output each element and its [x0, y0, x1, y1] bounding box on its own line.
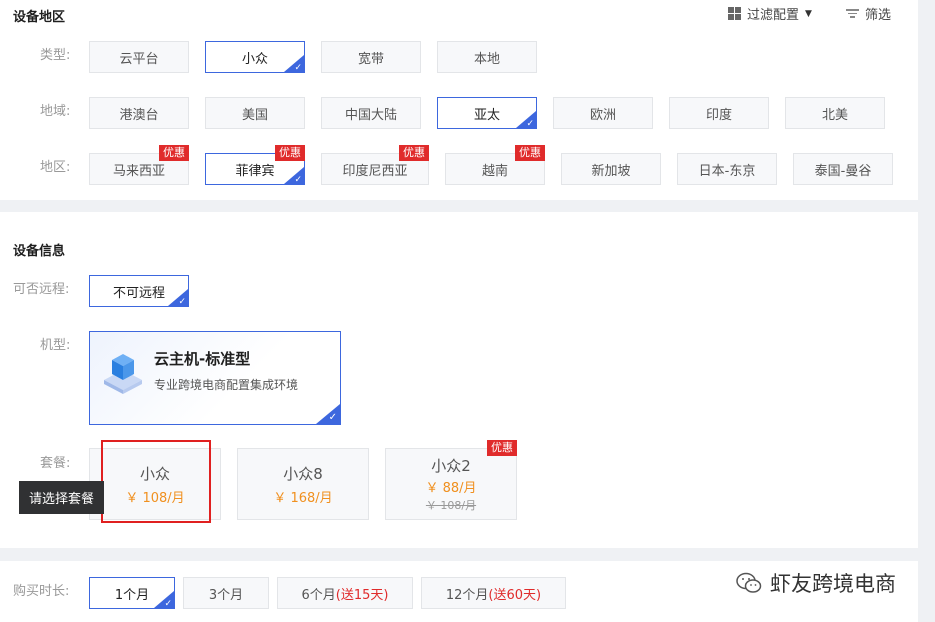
plan-card-niche2[interactable]: 小众2 ￥ 88/月 ￥ 108/月 优惠: [385, 440, 517, 520]
region-panel: 设备地区 过滤配置 ▼ 筛选 类型: 云平台 小众 宽带 本地 地域: 港澳台 …: [0, 0, 918, 200]
option-label: 马来西亚: [112, 163, 165, 179]
area-option-philippines[interactable]: 菲律宾 优惠: [205, 145, 305, 185]
option-label: 印度: [705, 107, 732, 123]
option-label: 泰国-曼谷: [814, 163, 872, 179]
duration-option-1m[interactable]: 1个月: [89, 577, 175, 609]
area-option-malaysia[interactable]: 马来西亚 优惠: [89, 145, 189, 185]
duration-option-6m[interactable]: 6个月 (送15天): [277, 577, 413, 609]
plan-label: 套餐:: [40, 456, 71, 471]
option-label: 菲律宾: [235, 163, 275, 179]
model-card-standard[interactable]: 云主机-标准型 专业跨境电商配置集成环境 ✓: [89, 331, 341, 425]
discount-badge: 优惠: [487, 440, 517, 456]
domain-option-europe[interactable]: 欧洲: [553, 97, 653, 129]
plan-price: ￥ 88/月: [425, 481, 477, 496]
option-label: 日本-东京: [698, 163, 756, 179]
scrollbar[interactable]: [923, 0, 935, 622]
domain-option-india[interactable]: 印度: [669, 97, 769, 129]
plan-card-niche8[interactable]: 小众8 ￥ 168/月: [237, 448, 369, 520]
duration-label: 购买时长:: [13, 584, 70, 599]
watermark-text: 虾友跨境电商: [770, 572, 896, 596]
option-label: 港澳台: [119, 107, 159, 123]
option-label: 6个月: [301, 587, 336, 603]
discount-badge: 优惠: [159, 145, 189, 161]
option-label: 云平台: [119, 51, 159, 67]
option-label: 宽带: [357, 51, 384, 67]
area-option-indonesia[interactable]: 印度尼西亚 优惠: [321, 145, 429, 185]
option-label: 北美: [821, 107, 848, 123]
filter-config-label: 过滤配置: [747, 8, 800, 23]
watermark: 虾友跨境电商: [736, 568, 896, 598]
option-label: 1个月: [114, 587, 150, 603]
option-label: 欧洲: [589, 107, 616, 123]
discount-badge: 优惠: [515, 145, 545, 161]
option-label: 小众: [241, 51, 268, 67]
type-option-niche[interactable]: 小众: [205, 41, 305, 73]
domain-option-hkmotw[interactable]: 港澳台: [89, 97, 189, 129]
plan-name: 小众8: [283, 464, 323, 483]
plan-price: ￥ 108/月: [125, 490, 185, 506]
option-label: 印度尼西亚: [342, 163, 408, 179]
plan-name: 小众2: [431, 457, 471, 475]
type-option-cloud[interactable]: 云平台: [89, 41, 189, 73]
type-option-local[interactable]: 本地: [437, 41, 537, 73]
filter-icon: [845, 9, 859, 18]
section-title-device: 设备信息: [13, 244, 66, 259]
screen-button[interactable]: 筛选: [845, 4, 891, 23]
type-option-broadband[interactable]: 宽带: [321, 41, 421, 73]
grid-icon: [728, 7, 741, 20]
wechat-icon: [736, 572, 762, 593]
type-label: 类型:: [40, 48, 71, 63]
bonus-label: (送15天): [335, 587, 389, 603]
area-option-vietnam[interactable]: 越南 优惠: [445, 145, 545, 185]
discount-badge: 优惠: [275, 145, 305, 161]
duration-option-3m[interactable]: 3个月: [183, 577, 269, 609]
select-plan-tooltip: 请选择套餐: [19, 481, 104, 514]
option-label: 不可远程: [112, 285, 165, 301]
discount-badge: 优惠: [399, 145, 429, 161]
duration-panel: 购买时长: 1个月 3个月 6个月(送15天) 12个月(送60天) 虾友跨境电…: [0, 561, 918, 622]
area-label: 地区:: [40, 160, 71, 175]
area-option-tokyo[interactable]: 日本-东京: [677, 153, 777, 185]
option-label: 本地: [473, 51, 500, 67]
domain-label: 地域:: [40, 104, 71, 119]
cloud-host-icon: [104, 354, 142, 394]
option-label: 3个月: [208, 587, 244, 603]
plan-card-niche[interactable]: 小众 ￥ 108/月: [89, 448, 221, 520]
area-option-bangkok[interactable]: 泰国-曼谷: [793, 153, 893, 185]
screen-label: 筛选: [865, 8, 892, 23]
bonus-label: (送60天): [488, 587, 542, 603]
model-description: 专业跨境电商配置集成环境: [154, 378, 299, 392]
device-panel: 设备信息 可否远程: 不可远程 机型: 云主机-标准型 专业跨境电商配置集成环境…: [0, 212, 918, 548]
option-label: 12个月: [445, 587, 489, 603]
remote-option-no[interactable]: 不可远程: [89, 275, 189, 307]
option-label: 中国大陆: [344, 107, 397, 123]
check-icon: ✓: [328, 412, 337, 423]
domain-option-mainland[interactable]: 中国大陆: [321, 97, 421, 129]
domain-option-north-america[interactable]: 北美: [785, 97, 885, 129]
option-label: 新加坡: [591, 163, 631, 179]
domain-option-apac[interactable]: 亚太: [437, 97, 537, 129]
domain-option-us[interactable]: 美国: [205, 97, 305, 129]
caret-down-icon: ▼: [805, 8, 812, 19]
plan-price: ￥ 168/月: [273, 490, 333, 506]
option-label: 美国: [241, 107, 268, 123]
area-option-singapore[interactable]: 新加坡: [561, 153, 661, 185]
section-title-region: 设备地区: [13, 10, 66, 25]
model-name: 云主机-标准型: [154, 350, 251, 368]
option-label: 越南: [481, 163, 508, 179]
duration-option-12m[interactable]: 12个月 (送60天): [421, 577, 566, 609]
filter-config-button[interactable]: 过滤配置 ▼: [728, 4, 812, 23]
option-label: 亚太: [473, 107, 500, 123]
plan-original-price: ￥ 108/月: [425, 499, 477, 512]
model-label: 机型:: [40, 338, 71, 353]
remote-label: 可否远程:: [13, 282, 70, 297]
plan-name: 小众: [139, 464, 170, 483]
